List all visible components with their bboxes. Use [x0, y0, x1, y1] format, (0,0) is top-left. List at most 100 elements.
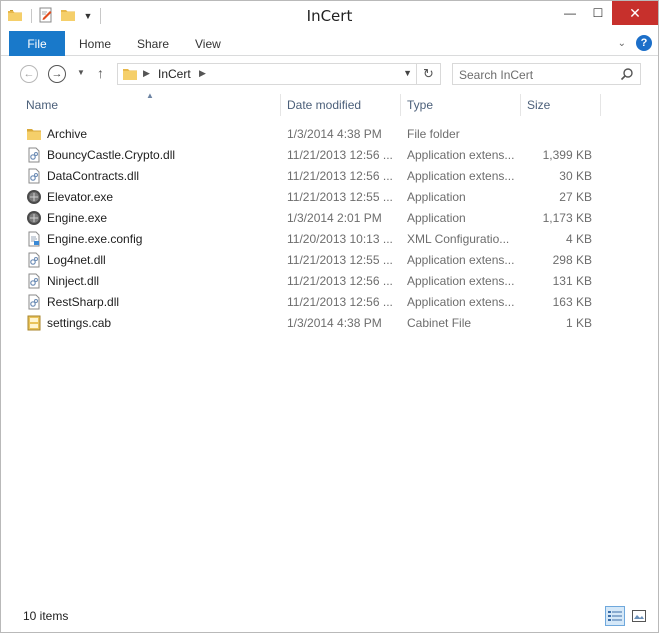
column-type[interactable]: Type — [407, 98, 433, 112]
tab-home[interactable]: Home — [79, 31, 111, 56]
title-bar: ▼ InCert — ☐ ✕ — [1, 1, 658, 31]
breadcrumb-separator-icon[interactable]: ▶ — [199, 68, 206, 79]
folder-icon — [26, 126, 42, 142]
back-button[interactable]: ← — [20, 65, 38, 83]
file-name: Elevator.exe — [47, 190, 114, 204]
list-item[interactable]: settings.cab 1/3/2014 4:38 PM Cabinet Fi… — [1, 313, 658, 334]
list-item[interactable]: Engine.exe 1/3/2014 2:01 PM Application … — [1, 208, 658, 229]
column-divider[interactable] — [600, 94, 601, 116]
tab-view[interactable]: View — [195, 31, 221, 56]
help-icon[interactable]: ? — [636, 35, 652, 51]
file-type: Cabinet File — [407, 316, 472, 330]
list-item[interactable]: DataContracts.dll 11/21/2013 12:56 ... A… — [1, 166, 658, 187]
file-type: Application extens... — [407, 148, 515, 162]
file-name: Ninject.dll — [47, 274, 100, 288]
file-name: settings.cab — [47, 316, 112, 330]
file-date: 11/21/2013 12:56 ... — [287, 295, 393, 309]
address-bar[interactable]: ▶ InCert ▶ ▼ ↻ — [117, 63, 441, 85]
file-size: 298 KB — [552, 253, 592, 267]
details-view-icon — [608, 611, 622, 621]
item-count: 10 items — [23, 609, 69, 623]
file-type: XML Configuratio... — [407, 232, 510, 246]
sort-ascending-icon: ▲ — [146, 91, 154, 100]
forward-button[interactable]: → — [48, 65, 66, 83]
ribbon-tabs: File Home Share View ⌄ ? — [1, 31, 658, 56]
breadcrumb-separator-icon[interactable]: ▶ — [143, 68, 150, 79]
file-name: Engine.exe — [47, 211, 108, 225]
exe-icon — [26, 189, 42, 205]
file-type: Application extens... — [407, 169, 515, 183]
file-date: 1/3/2014 4:38 PM — [287, 127, 382, 141]
file-name: Engine.exe.config — [47, 232, 143, 246]
ribbon-right-controls: ⌄ ? — [618, 35, 652, 51]
file-type: File folder — [407, 127, 460, 141]
folder-icon — [122, 67, 138, 84]
window-controls: — ☐ ✕ — [556, 1, 658, 25]
file-type: Application — [407, 190, 466, 204]
close-button[interactable]: ✕ — [612, 1, 658, 25]
column-date-modified[interactable]: Date modified — [287, 98, 361, 112]
navigation-bar: ← → ▼ ↑ ▶ InCert ▶ ▼ ↻ Search InCert — [1, 57, 658, 91]
file-name: RestSharp.dll — [47, 295, 120, 309]
tab-file[interactable]: File — [9, 31, 65, 56]
tab-share[interactable]: Share — [137, 31, 169, 56]
dll-icon — [26, 252, 42, 268]
large-icons-view-button[interactable] — [629, 606, 649, 626]
file-list: Archive 1/3/2014 4:38 PM File folder Bou… — [1, 124, 658, 334]
file-type: Application extens... — [407, 295, 515, 309]
exe-icon — [26, 210, 42, 226]
refresh-icon[interactable]: ↻ — [416, 64, 440, 84]
minimize-button[interactable]: — — [556, 1, 584, 25]
file-date: 11/21/2013 12:55 ... — [287, 190, 393, 204]
file-date: 1/3/2014 2:01 PM — [287, 211, 382, 225]
search-input[interactable]: Search InCert — [459, 68, 533, 82]
file-size: 27 KB — [559, 190, 592, 204]
file-size: 4 KB — [565, 232, 592, 246]
details-view-button[interactable] — [605, 606, 625, 626]
recent-locations-chevron-icon[interactable]: ▼ — [77, 68, 85, 77]
dll-icon — [26, 147, 42, 163]
file-date: 11/21/2013 12:56 ... — [287, 169, 393, 183]
list-item[interactable]: Log4net.dll 11/21/2013 12:55 ... Applica… — [1, 250, 658, 271]
cab-icon — [26, 315, 42, 331]
explorer-window: ▼ InCert — ☐ ✕ File Home Share View ⌄ ? … — [0, 0, 659, 633]
file-type: Application — [407, 211, 466, 225]
list-item[interactable]: Ninject.dll 11/21/2013 12:56 ... Applica… — [1, 271, 658, 292]
column-divider[interactable] — [520, 94, 521, 116]
list-item[interactable]: Elevator.exe 11/21/2013 12:55 ... Applic… — [1, 187, 658, 208]
file-size: 30 KB — [559, 169, 592, 183]
file-date: 11/21/2013 12:56 ... — [287, 274, 393, 288]
dll-icon — [26, 168, 42, 184]
file-size: 1 KB — [565, 316, 592, 330]
dll-icon — [26, 294, 42, 310]
breadcrumb-item-incert[interactable]: InCert — [158, 67, 191, 81]
column-size[interactable]: Size — [527, 98, 550, 112]
file-size: 131 KB — [552, 274, 592, 288]
maximize-button[interactable]: ☐ — [584, 1, 612, 25]
large-icons-view-icon — [632, 610, 646, 622]
column-name[interactable]: Name — [26, 98, 58, 112]
file-name: DataContracts.dll — [47, 169, 140, 183]
column-divider[interactable] — [400, 94, 401, 116]
arrow-right-icon: → — [51, 68, 63, 80]
status-bar: 10 items — [1, 601, 658, 632]
list-item[interactable]: Archive 1/3/2014 4:38 PM File folder — [1, 124, 658, 145]
address-history-chevron-icon[interactable]: ▼ — [403, 68, 412, 78]
file-date: 1/3/2014 4:38 PM — [287, 316, 382, 330]
file-date: 11/21/2013 12:56 ... — [287, 148, 393, 162]
search-icon[interactable] — [620, 67, 634, 84]
list-item[interactable]: BouncyCastle.Crypto.dll 11/21/2013 12:56… — [1, 145, 658, 166]
file-size: 1,399 KB — [542, 148, 592, 162]
expand-ribbon-chevron-icon[interactable]: ⌄ — [618, 38, 626, 49]
file-name: BouncyCastle.Crypto.dll — [47, 148, 176, 162]
file-size: 1,173 KB — [542, 211, 592, 225]
column-divider[interactable] — [280, 94, 281, 116]
config-icon — [26, 231, 42, 247]
dll-icon — [26, 273, 42, 289]
column-headers: ▲ Name Date modified Type Size — [1, 91, 658, 119]
search-box[interactable]: Search InCert — [452, 63, 641, 85]
list-item[interactable]: RestSharp.dll 11/21/2013 12:56 ... Appli… — [1, 292, 658, 313]
up-arrow-icon[interactable]: ↑ — [97, 65, 104, 81]
list-item[interactable]: Engine.exe.config 11/20/2013 10:13 ... X… — [1, 229, 658, 250]
file-size: 163 KB — [552, 295, 592, 309]
